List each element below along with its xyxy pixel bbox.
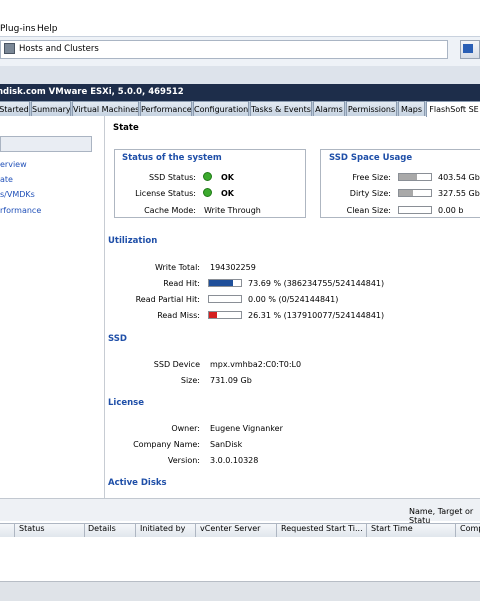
left-pane-header — [0, 136, 92, 152]
tab-performance[interactable]: Performance — [140, 101, 192, 116]
dirty-size-label: Dirty Size: — [349, 189, 391, 198]
status-bar — [0, 581, 480, 601]
ssd-device-value: mpx.vmhba2:C0:T0:L0 — [210, 360, 302, 369]
tab-virtual-machines[interactable]: Virtual Machines — [72, 101, 139, 116]
search-scope-icon — [463, 44, 473, 53]
column-start-time[interactable]: Start Time — [371, 524, 413, 533]
tab-configuration[interactable]: Configuration — [193, 101, 249, 116]
left-link-performance[interactable]: rformance — [0, 206, 41, 215]
write-total-label: Write Total: — [154, 263, 200, 272]
left-link-disks-vmdks[interactable]: s/VMDKs — [0, 190, 35, 199]
tab-summary[interactable]: Summary — [31, 101, 71, 116]
ssd-size-label: Size: — [180, 376, 200, 385]
read-partial-value: 0.00 % (0/524144841) — [248, 295, 339, 304]
column-separator — [84, 523, 85, 537]
tab-maps[interactable]: Maps — [398, 101, 425, 116]
column-initiated-by[interactable]: Initiated by — [140, 524, 185, 533]
left-link-overview[interactable]: erview — [0, 160, 27, 169]
ssd-status-value: OK — [221, 173, 234, 182]
left-link-state[interactable]: ate — [0, 175, 13, 184]
tab-flashsoft-se[interactable]: FlashSoft SE — [426, 101, 480, 117]
company-label: Company Name: — [133, 440, 200, 449]
toolbar-area — [0, 66, 480, 84]
read-hit-value: 73.69 % (386234755/524144841) — [248, 279, 385, 288]
tasks-list — [0, 537, 480, 581]
license-status-label: License Status: — [135, 189, 196, 198]
column-separator — [276, 523, 277, 537]
menu-help[interactable]: Help — [37, 24, 58, 34]
free-size-bar — [398, 173, 432, 181]
clean-size-value: 0.00 b — [438, 206, 464, 215]
ssd-device-label: SSD Device — [153, 360, 200, 369]
column-requested-start[interactable]: Requested Start Ti... — [281, 524, 363, 533]
read-miss-value: 26.31 % (137910077/524144841) — [248, 311, 385, 320]
read-miss-fill — [209, 312, 218, 318]
tab-permissions[interactable]: Permissions — [346, 101, 397, 116]
ssd-status-label: SSD Status: — [148, 173, 196, 182]
column-separator — [195, 523, 196, 537]
tasks-filter-strip — [0, 498, 480, 521]
version-value: 3.0.0.10328 — [210, 456, 259, 465]
state-title: State — [113, 123, 139, 133]
free-size-label: Free Size: — [352, 173, 391, 182]
column-separator — [135, 523, 136, 537]
read-partial-label: Read Partial Hit: — [135, 295, 200, 304]
clean-size-label: Clean Size: — [346, 206, 391, 215]
read-partial-bar — [208, 295, 242, 303]
license-title: License — [108, 398, 145, 408]
tab-alarms[interactable]: Alarms — [313, 101, 345, 116]
write-total-value: 194302259 — [210, 263, 256, 272]
company-value: SanDisk — [210, 440, 243, 449]
host-cluster-icon — [4, 43, 15, 54]
column-separator — [14, 523, 15, 537]
space-group-title: SSD Space Usage — [329, 153, 413, 163]
ssd-title: SSD — [108, 334, 127, 344]
column-separator — [366, 523, 367, 537]
dirty-size-value: 327.55 Gb — [438, 189, 480, 198]
free-size-fill — [399, 174, 417, 180]
menu-bar: Plug-ins Help — [0, 0, 480, 36]
read-miss-bar — [208, 311, 242, 319]
license-status-value: OK — [221, 189, 234, 198]
read-hit-fill — [209, 280, 233, 286]
ssd-size-value: 731.09 Gb — [210, 376, 252, 385]
active-disks-title: Active Disks — [108, 478, 167, 488]
host-title: ndisk.com VMware ESXi, 5.0.0, 469512 — [0, 87, 184, 97]
dirty-size-fill — [399, 190, 414, 196]
version-label: Version: — [167, 456, 200, 465]
owner-label: Owner: — [171, 424, 200, 433]
column-status[interactable]: Status — [19, 524, 45, 533]
status-group-title: Status of the system — [122, 153, 222, 163]
clean-size-bar — [398, 206, 432, 214]
ok-status-icon — [203, 188, 212, 197]
dirty-size-bar — [398, 189, 432, 197]
ok-status-icon — [203, 172, 212, 181]
column-completed[interactable]: Comp — [460, 524, 480, 533]
column-separator — [455, 523, 456, 537]
read-miss-label: Read Miss: — [157, 311, 200, 320]
read-hit-bar — [208, 279, 242, 287]
utilization-title: Utilization — [108, 236, 158, 246]
cache-mode-label: Cache Mode: — [144, 206, 196, 215]
tab-getting-started[interactable]: Started — [0, 101, 30, 116]
location-text: Hosts and Clusters — [19, 44, 99, 54]
menu-plugins[interactable]: Plug-ins — [0, 24, 36, 34]
column-details[interactable]: Details — [88, 524, 116, 533]
read-hit-label: Read Hit: — [163, 279, 200, 288]
free-size-value: 403.54 Gb — [438, 173, 480, 182]
owner-value: Eugene Vignanker — [210, 424, 283, 433]
column-vcenter-server[interactable]: vCenter Server — [200, 524, 260, 533]
tab-tasks-events[interactable]: Tasks & Events — [250, 101, 312, 116]
